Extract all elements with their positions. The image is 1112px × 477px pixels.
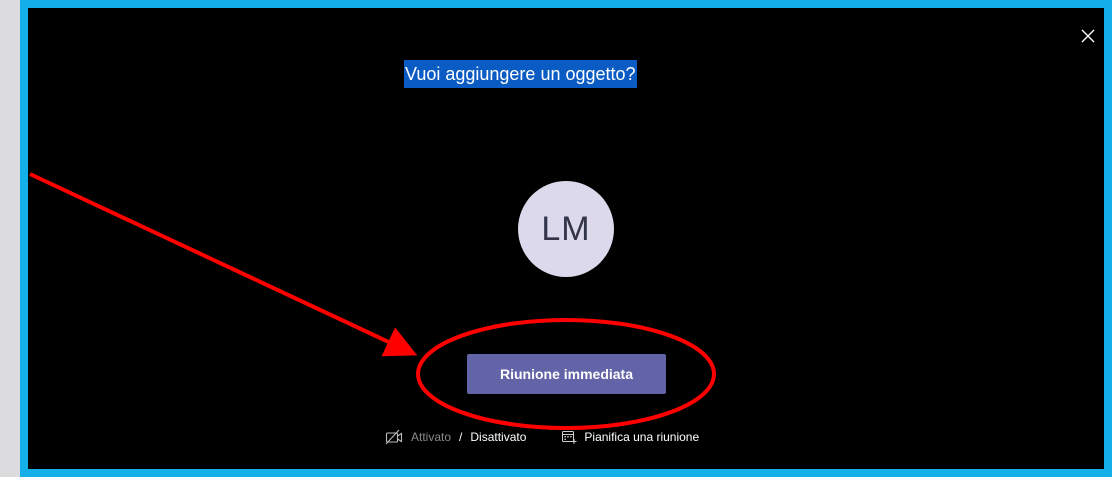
avatar: LM xyxy=(518,181,614,277)
schedule-meeting-link[interactable]: Pianifica una riunione xyxy=(561,429,699,445)
meeting-options-bar: Attivato / Disattivato Pianifica una riu… xyxy=(385,426,699,448)
video-on-option[interactable]: Attivato xyxy=(411,430,451,444)
avatar-initials: LM xyxy=(541,209,591,248)
meeting-subject-title[interactable]: Vuoi aggiungere un oggetto? xyxy=(404,60,637,88)
video-off-icon[interactable] xyxy=(385,429,405,445)
meet-now-button[interactable]: Riunione immediata xyxy=(467,354,666,394)
side-panel xyxy=(0,0,20,477)
close-icon xyxy=(1081,29,1095,43)
video-off-option[interactable]: Disattivato xyxy=(470,430,526,444)
calendar-add-icon xyxy=(561,429,577,445)
toggle-separator: / xyxy=(459,430,463,444)
schedule-meeting-label: Pianifica una riunione xyxy=(584,430,700,444)
close-button[interactable] xyxy=(1078,26,1098,46)
